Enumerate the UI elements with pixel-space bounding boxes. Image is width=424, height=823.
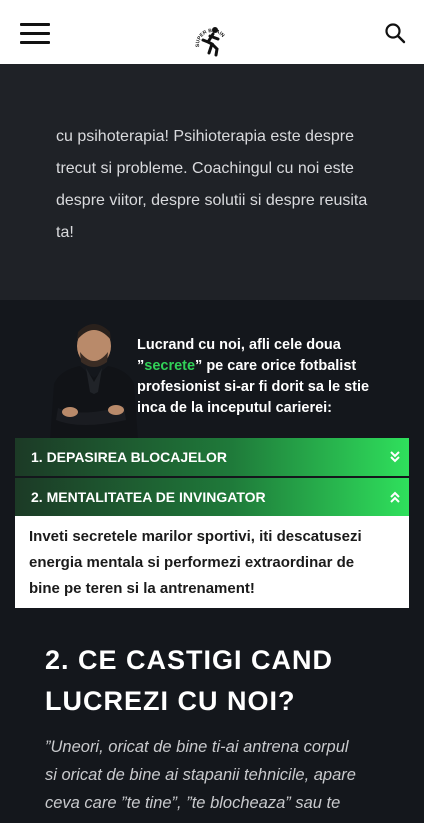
accordion-content: Inveti secretele marilor sportivi, iti d… xyxy=(15,516,409,608)
chevron-double-down-icon[interactable] xyxy=(381,438,409,476)
quote-line: si oricat de bine ai stapanii tehnicile,… xyxy=(45,766,356,784)
intro-section: cu psihoterapia! Psihioterapia este desp… xyxy=(0,64,424,300)
accordion-content-line: bine pe teren si la antrenament! xyxy=(29,580,255,597)
accordion-item-mentalitatea-de-invingator[interactable]: 2. MENTALITATEA DE INVINGATOR xyxy=(15,478,409,516)
quote-paragraph: ”Uneori, oricat de bine ti-ai antrena co… xyxy=(45,733,390,817)
accordion-content-line: energia mentala si performezi extraordin… xyxy=(29,554,355,571)
coach-photo xyxy=(40,322,140,440)
secrets-line-rest: ” pe care orice fotbalist xyxy=(195,358,357,374)
site-header: SUPER BRAIN xyxy=(0,0,424,64)
accordion-content-line: Inveti secretele marilor sportivi, iti d… xyxy=(29,528,362,545)
search-icon[interactable] xyxy=(384,22,406,44)
intro-line: ta! xyxy=(56,224,74,241)
heading-line: 2. CE CASTIGI CAND xyxy=(45,645,334,675)
hamburger-menu-icon[interactable] xyxy=(20,23,50,44)
heading-line: LUCREZI CU NOI? xyxy=(45,686,296,716)
secrets-intro-text: Lucrand cu noi, afli cele doua ”secrete”… xyxy=(137,335,387,419)
section-heading: 2. CE CASTIGI CAND LUCREZI CU NOI? xyxy=(45,640,385,722)
super-brain-logo[interactable]: SUPER BRAIN xyxy=(194,22,230,60)
quote-line: ceva care ”te tine”, ”te blocheaza” sau … xyxy=(45,794,341,812)
intro-line: trecut si probleme. Coachingul cu noi es… xyxy=(56,160,354,177)
accordion-item-label: 2. MENTALITATEA DE INVINGATOR xyxy=(31,489,266,505)
intro-line: cu psihoterapia! Psihioterapia este desp… xyxy=(56,128,354,145)
secrets-line: inca de la inceputul carierei: xyxy=(137,400,333,416)
secrets-line: Lucrand cu noi, afli cele doua xyxy=(137,337,341,353)
intro-line: despre viitor, despre solutii si despre … xyxy=(56,192,368,209)
secrets-line: profesionist si-ar fi dorit sa le stie xyxy=(137,379,370,395)
accordion-item-depasirea-blocajelor[interactable]: 1. DEPASIREA BLOCAJELOR xyxy=(15,438,409,476)
quote-line: ”Uneori, oricat de bine ti-ai antrena co… xyxy=(45,738,349,756)
secrets-line: ”secrete” pe care orice fotbalist xyxy=(137,356,387,377)
intro-paragraph: cu psihoterapia! Psihioterapia este desp… xyxy=(56,121,386,249)
chevron-double-up-icon[interactable] xyxy=(381,478,409,516)
secrets-accent-word: secrete xyxy=(144,358,196,374)
accordion-item-label: 1. DEPASIREA BLOCAJELOR xyxy=(31,449,228,465)
